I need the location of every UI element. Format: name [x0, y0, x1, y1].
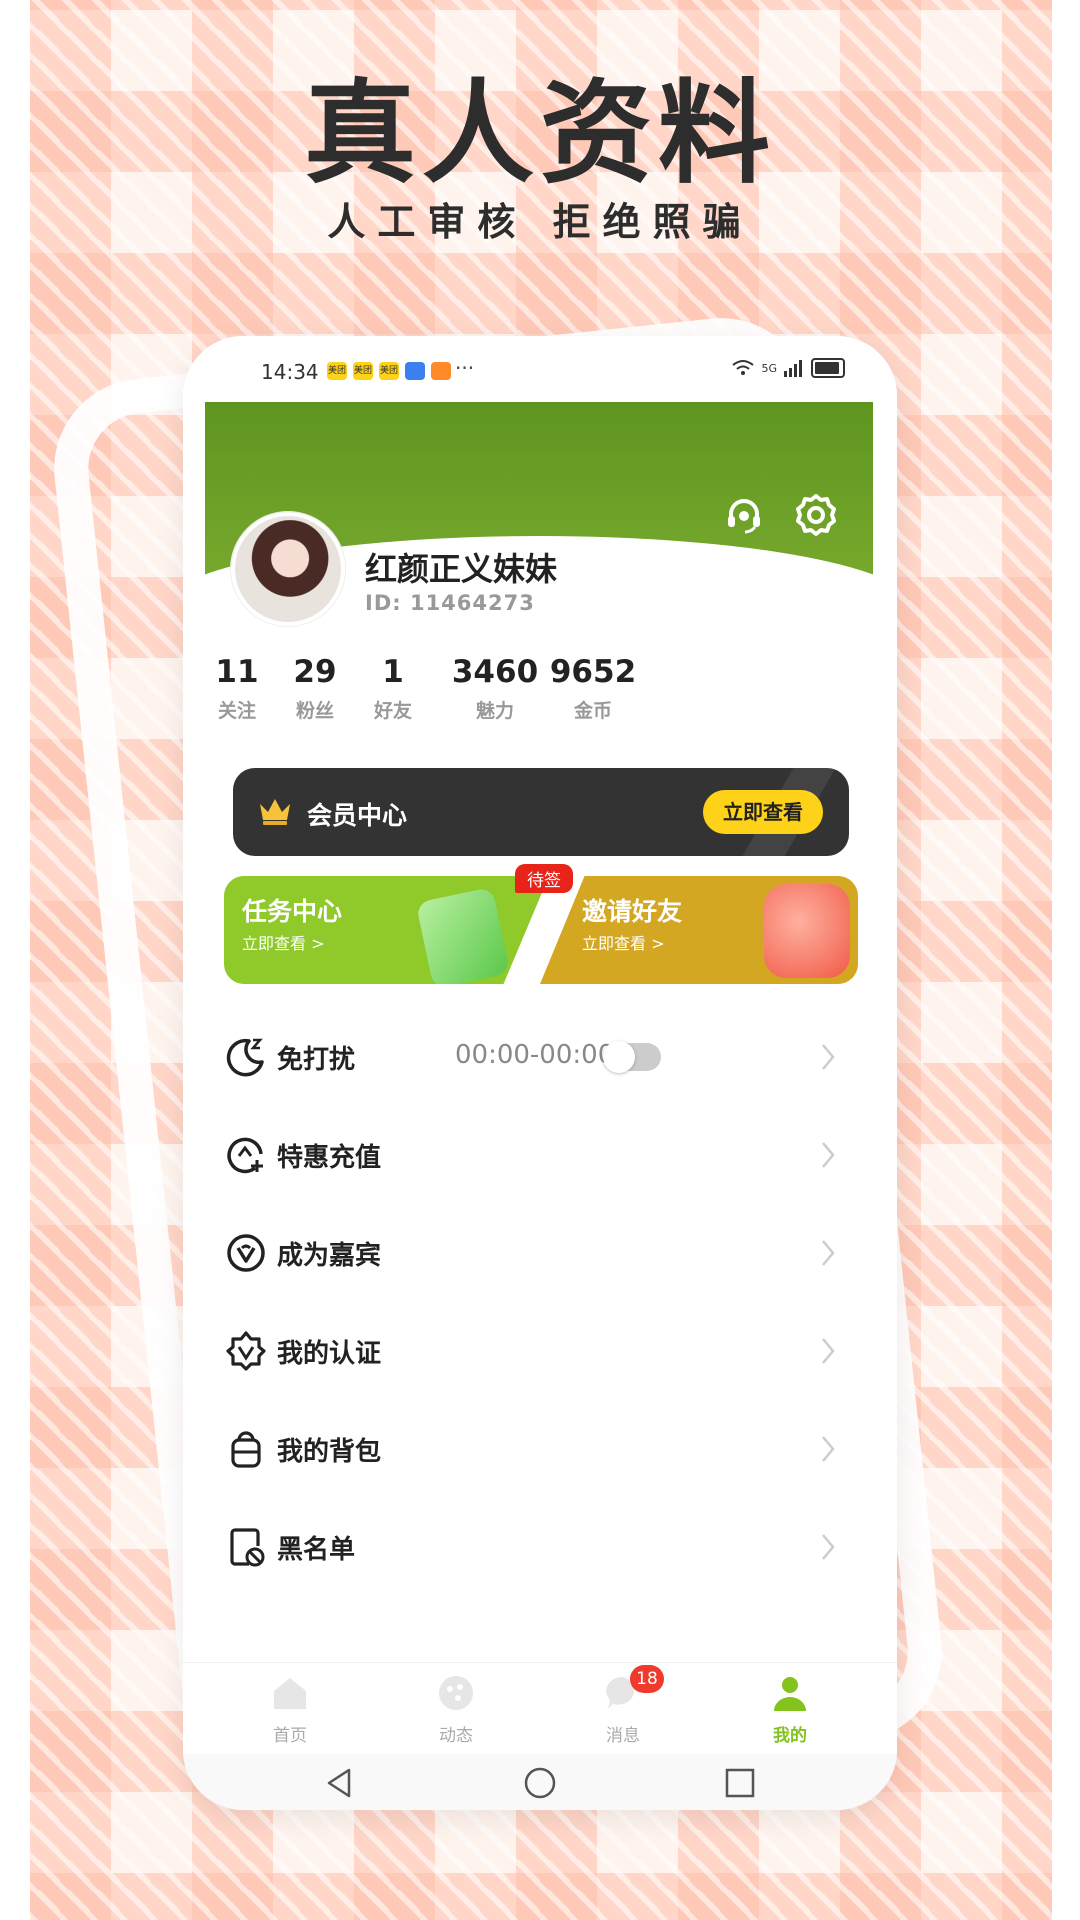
- tab-home[interactable]: 首页: [245, 1673, 335, 1746]
- dnd-time-range[interactable]: 00:00-00:00: [455, 1040, 614, 1070]
- tab-label: 消息: [606, 1726, 640, 1746]
- menu-label: 成为嘉宾: [277, 1241, 382, 1271]
- v-badge-icon: [227, 1234, 265, 1272]
- chevron-right-icon: [822, 1240, 835, 1266]
- meituan-icon: 美团: [353, 362, 373, 380]
- battery-icon: [811, 358, 845, 378]
- home-circle-icon[interactable]: [523, 1766, 557, 1800]
- wifi-icon: [732, 360, 755, 375]
- stat-friends[interactable]: 1 好友: [363, 654, 423, 723]
- stat-charm[interactable]: 3460 魅力: [445, 654, 545, 723]
- chevron-right-icon: [822, 1142, 835, 1168]
- menu-label: 免打扰: [277, 1045, 356, 1075]
- headset-icon[interactable]: [721, 492, 767, 538]
- stat-value: 9652: [549, 654, 637, 690]
- menu-recharge[interactable]: 特惠充值: [205, 1106, 873, 1204]
- feature-cards: 任务中心 立即查看 > 邀请好友 立即查看 > 待签: [224, 864, 858, 984]
- system-status-icons: 5G: [731, 358, 845, 378]
- pending-sign-badge: 待签: [515, 864, 573, 893]
- stat-following[interactable]: 11 关注: [207, 654, 267, 723]
- gift-illustration: [764, 884, 850, 978]
- system-nav-bar: [183, 1754, 897, 1810]
- task-title: 任务中心: [242, 897, 343, 926]
- menu-blacklist[interactable]: 黑名单: [205, 1498, 873, 1596]
- menu-do-not-disturb[interactable]: 免打扰 00:00-00:00: [205, 1008, 873, 1106]
- backpack-icon: [231, 1431, 261, 1468]
- menu-label: 特惠充值: [277, 1143, 382, 1173]
- background-edge-left: [0, 0, 30, 1920]
- home-icon: [274, 1678, 306, 1709]
- meituan-icon: 美团: [379, 362, 399, 380]
- chevron-right-icon: [822, 1338, 835, 1364]
- vip-view-button[interactable]: 立即查看: [703, 790, 823, 834]
- more-notifications-icon: ···: [455, 356, 475, 380]
- toggle-knob: [603, 1041, 635, 1073]
- promo-headline: 真人资料: [304, 69, 776, 199]
- tab-label: 动态: [439, 1726, 473, 1746]
- vip-center-banner[interactable]: 会员中心 立即查看: [233, 768, 849, 856]
- menu-my-certification[interactable]: 我的认证: [205, 1302, 873, 1400]
- stat-fans[interactable]: 29 粉丝: [285, 654, 345, 723]
- chevron-right-icon: [822, 1044, 835, 1070]
- nickname: 红颜正义妹妹: [365, 550, 558, 588]
- tab-moments[interactable]: 动态: [411, 1673, 501, 1746]
- stat-label: 粉丝: [295, 700, 334, 722]
- book-illustration: [415, 886, 511, 984]
- gear-icon[interactable]: [793, 492, 839, 538]
- back-icon[interactable]: [323, 1766, 357, 1800]
- menu-label: 黑名单: [277, 1535, 356, 1565]
- phone-screen: 14:34 美团 美团 美团 ··· 5G 红颜正义妹妹 ID: 1146427…: [183, 336, 897, 1810]
- stat-value: 3460: [451, 654, 539, 690]
- bottom-tab-bar: 首页 动态 18 消息 我的: [183, 1662, 897, 1753]
- vip-title: 会员中心: [307, 801, 408, 830]
- task-center-card[interactable]: 任务中心 立即查看 >: [224, 876, 549, 984]
- menu-label: 我的认证: [277, 1339, 382, 1369]
- invite-friends-card[interactable]: 邀请好友 立即查看 >: [540, 876, 858, 984]
- stat-label: 金币: [573, 700, 612, 722]
- stats-row: 11 关注 29 粉丝 1 好友 3460 魅力 9652 金币: [183, 654, 897, 724]
- task-subtitle: 立即查看 >: [242, 934, 325, 953]
- blacklist-icon: [230, 1528, 265, 1567]
- tab-label: 我的: [773, 1726, 807, 1746]
- chevron-right-icon: [822, 1436, 835, 1462]
- signal-icon: [784, 360, 802, 377]
- tab-messages[interactable]: 18 消息: [578, 1665, 668, 1746]
- notification-icons: 美团 美团 美团: [327, 362, 451, 380]
- avatar[interactable]: [231, 512, 345, 626]
- network-type: 5G: [761, 361, 777, 375]
- recharge-icon: [227, 1137, 263, 1174]
- menu-become-guest[interactable]: 成为嘉宾: [205, 1204, 873, 1302]
- invite-title: 邀请好友: [582, 897, 683, 926]
- background-edge-right: [1052, 0, 1080, 1920]
- tab-label: 首页: [273, 1726, 307, 1746]
- stat-value: 29: [293, 654, 337, 690]
- status-bar: 14:34 美团 美团 美团 ··· 5G: [183, 336, 897, 402]
- certification-icon: [226, 1331, 266, 1371]
- app-notification-icon: [431, 362, 451, 380]
- status-time: 14:34: [261, 360, 319, 384]
- stat-value: 1: [382, 654, 404, 690]
- moments-icon: [439, 1676, 473, 1710]
- stat-label: 关注: [217, 700, 256, 722]
- menu-my-backpack[interactable]: 我的背包: [205, 1400, 873, 1498]
- message-count-badge: 18: [630, 1665, 664, 1693]
- user-icon: [774, 1677, 806, 1711]
- tab-mine[interactable]: 我的: [745, 1673, 835, 1746]
- menu-label: 我的背包: [277, 1437, 382, 1467]
- chevron-right-icon: [822, 1534, 835, 1560]
- dnd-toggle[interactable]: [603, 1041, 661, 1073]
- stat-label: 魅力: [475, 700, 514, 722]
- app-notification-icon: [405, 362, 425, 380]
- recents-icon[interactable]: [723, 1766, 757, 1800]
- promo-subline: 人工审核 拒绝照骗: [327, 200, 753, 244]
- moon-icon: [226, 1038, 264, 1077]
- meituan-icon: 美团: [327, 362, 347, 380]
- crown-icon: [260, 799, 290, 825]
- invite-subtitle: 立即查看 >: [582, 934, 665, 953]
- stat-label: 好友: [373, 700, 412, 722]
- stat-value: 11: [215, 654, 259, 690]
- user-id: ID: 11464273: [365, 591, 535, 615]
- stat-coins[interactable]: 9652 金币: [543, 654, 643, 723]
